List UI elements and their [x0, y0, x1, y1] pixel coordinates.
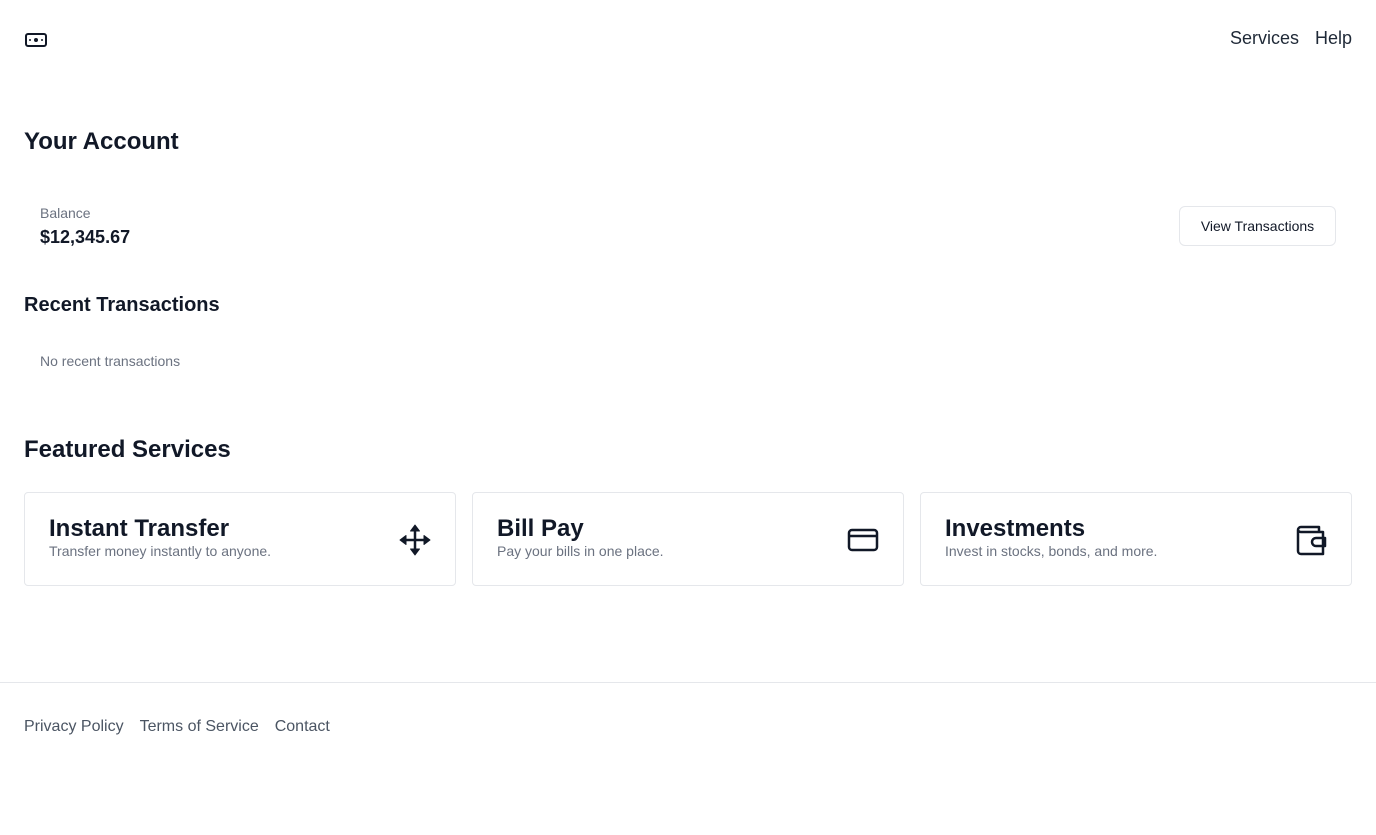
- balance-value: $12,345.67: [40, 227, 131, 247]
- featured-services-heading: Featured Services: [24, 436, 231, 463]
- site-footer: Privacy Policy Terms of Service Contact: [0, 682, 1376, 835]
- service-card-instant-transfer[interactable]: Instant Transfer Transfer money instantl…: [24, 492, 456, 586]
- privacy-policy-link[interactable]: Privacy Policy: [24, 718, 124, 736]
- top-nav: Services Help: [1230, 28, 1352, 49]
- move-arrows-icon: [399, 524, 431, 556]
- wallet-icon: [1295, 524, 1327, 556]
- banknote-icon[interactable]: [24, 30, 48, 50]
- service-card-bill-pay[interactable]: Bill Pay Pay your bills in one place.: [472, 492, 904, 586]
- footer-links: Privacy Policy Terms of Service Contact: [24, 718, 330, 736]
- service-card-description: Invest in stocks, bonds, and more.: [945, 543, 1158, 559]
- nav-services-link[interactable]: Services: [1230, 28, 1299, 49]
- service-card-title: Investments: [945, 515, 1086, 542]
- credit-card-icon: [847, 524, 879, 556]
- contact-link[interactable]: Contact: [275, 718, 330, 736]
- page-title: Your Account: [24, 128, 179, 155]
- featured-services-list: Instant Transfer Transfer money instantl…: [24, 492, 1352, 586]
- terms-of-service-link[interactable]: Terms of Service: [140, 718, 259, 736]
- service-card-investments[interactable]: Investments Invest in stocks, bonds, and…: [920, 492, 1352, 586]
- nav-help-link[interactable]: Help: [1315, 28, 1352, 49]
- service-card-title: Instant Transfer: [49, 515, 230, 542]
- empty-transactions-message: No recent transactions: [40, 353, 181, 369]
- service-card-description: Transfer money instantly to anyone.: [49, 543, 272, 559]
- balance-label: Balance: [40, 205, 91, 221]
- view-transactions-button[interactable]: View Transactions: [1179, 206, 1336, 246]
- recent-transactions-heading: Recent Transactions: [24, 294, 220, 316]
- site-header: Services Help: [0, 0, 1376, 80]
- service-card-title: Bill Pay: [497, 515, 584, 542]
- service-card-description: Pay your bills in one place.: [497, 543, 664, 559]
